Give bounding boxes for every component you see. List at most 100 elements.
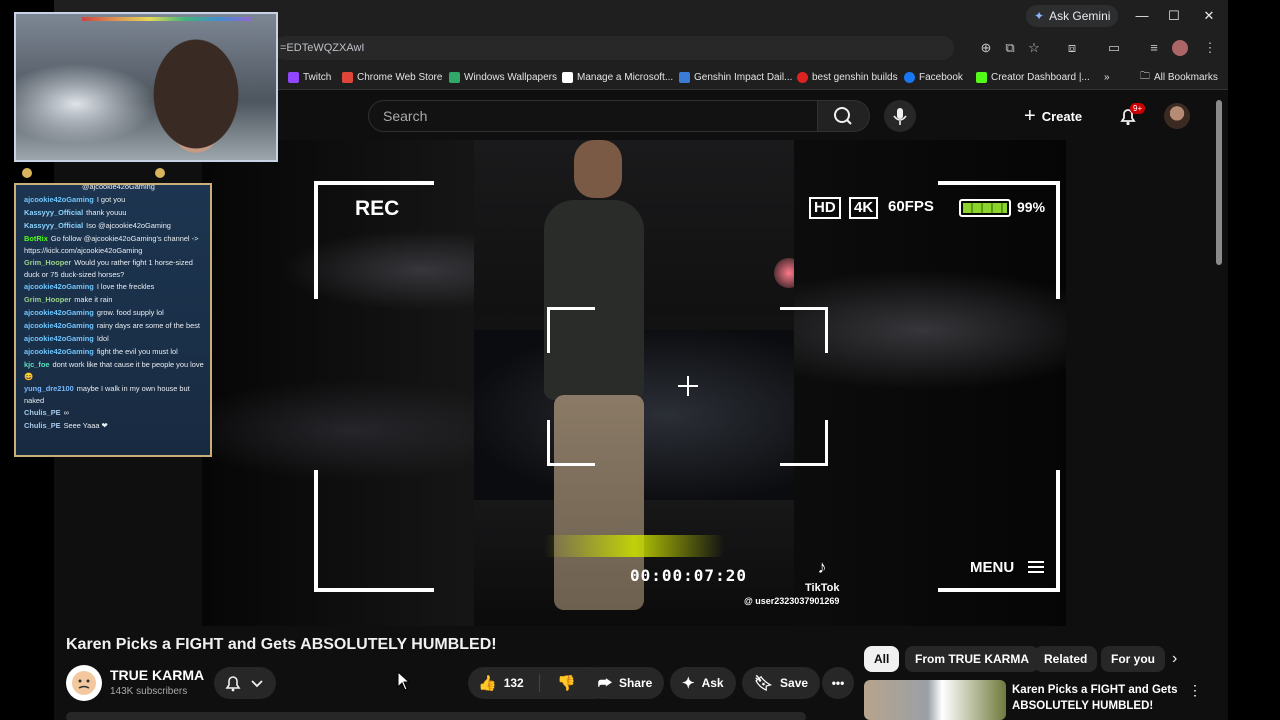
more-actions-button[interactable]: ••• — [822, 667, 854, 699]
split-view-icon[interactable]: ▭ — [1106, 40, 1122, 56]
facebook-icon — [904, 71, 915, 83]
all-bookmarks[interactable]: 🗀 All Bookmarks — [1140, 69, 1218, 85]
stream-chat-overlay: @ajcookie42oGaming ajcookie42oGaming I got… — [14, 183, 212, 457]
video-player[interactable]: REC HD 4K 60FPS 99% 00:00:07:20 ♪ TikTok… — [202, 140, 1066, 626]
sparkle-icon: ✦ — [682, 675, 695, 692]
cast-icon[interactable]: ⧉ — [1002, 40, 1018, 56]
chat-text: Go follow @ajcookie42oGaming's channel -… — [24, 234, 199, 255]
chat-message: Kassyyy_Official Iso @ajcookie42oGaming — [24, 220, 206, 232]
page-scrollbar[interactable] — [1216, 100, 1222, 265]
chat-text: I love the freckles — [96, 282, 155, 291]
share-arrow-icon: ⮫ — [598, 674, 612, 692]
search-icon — [834, 107, 852, 125]
chat-text: make it rain — [74, 295, 113, 304]
bookmark-twitch[interactable]: Twitch — [288, 69, 331, 85]
chat-username: Grim_Hooper — [24, 258, 72, 267]
chat-username: Chulis_PE — [24, 408, 61, 417]
chat-message: kjc_foe dont work like that cause it be p… — [24, 359, 206, 382]
chips-next-chevron-icon[interactable]: › — [1172, 650, 1177, 668]
chip-from-channel[interactable]: From TRUE KARMA — [905, 646, 1039, 672]
minimize-icon[interactable]: — — [1132, 6, 1152, 26]
dislike-button[interactable]: 👎 — [547, 674, 576, 692]
chat-username: ajcookie42oGaming — [24, 347, 94, 356]
subscribed-button[interactable] — [214, 667, 276, 699]
address-bar[interactable]: =EDTeWQZXAwI — [274, 36, 954, 60]
chat-message: @ajcookie42oGaming — [24, 185, 206, 193]
bookmark-windows-wallpapers[interactable]: Windows Wallpapers — [449, 69, 557, 85]
bookmark-creator-dashboard[interactable]: Creator Dashboard |... — [976, 69, 1090, 85]
bookmark-genshin-builds[interactable]: best genshin builds — [797, 69, 898, 85]
notification-badge: 9+ — [1130, 103, 1146, 114]
bookmark-chrome-web-store[interactable]: Chrome Web Store — [342, 69, 442, 85]
create-button[interactable]: + Create — [1024, 104, 1082, 128]
battery-percent: 99% — [1017, 199, 1046, 215]
chat-username: yung_dre2100 — [24, 384, 74, 393]
chat-username: Grim_Hooper — [24, 295, 72, 304]
battery-fill — [963, 203, 1007, 213]
description-box[interactable] — [66, 712, 806, 720]
bookmark-microsoft[interactable]: Manage a Microsoft... — [562, 69, 673, 85]
chat-text: Iso @ajcookie42oGaming — [86, 221, 171, 230]
tiktok-icon: ♪ — [817, 557, 827, 577]
bookmarks-overflow[interactable]: » — [1104, 69, 1110, 85]
karma-logo-icon — [72, 671, 96, 695]
zoom-icon[interactable]: ⊕ — [978, 40, 994, 56]
chat-text: dont work like that cause it be people y… — [24, 360, 204, 381]
bell-dropdown-icon — [225, 676, 263, 692]
share-button[interactable]: ⮫ Share — [586, 667, 665, 699]
chat-message: ajcookie42oGaming I got you — [24, 194, 206, 206]
tiktok-username: @ user2323037901269 — [744, 596, 840, 606]
menu-label: MENU — [970, 559, 1015, 576]
tail-light — [774, 258, 794, 288]
ask-button[interactable]: ✦ Ask — [670, 667, 736, 699]
ask-gemini-button[interactable]: ✦ Ask Gemini — [1026, 5, 1119, 27]
recommended-more-icon[interactable]: ⋮ — [1188, 682, 1202, 699]
frame-corner-bottom-left — [314, 470, 434, 592]
microsoft-icon — [562, 71, 573, 83]
chip-related[interactable]: Related — [1034, 646, 1098, 672]
like-button[interactable]: 👍 132 — [468, 674, 540, 692]
channel-avatar[interactable] — [66, 665, 102, 701]
chip-for-you[interactable]: For you — [1101, 646, 1165, 672]
chat-username: kjc_foe — [24, 360, 50, 369]
chat-text: I got you — [96, 195, 126, 204]
chat-text: fight the evil you must lol — [96, 347, 178, 356]
profile-avatar-icon[interactable] — [1172, 40, 1188, 56]
tiktok-video-frame — [474, 140, 794, 626]
folder-icon: 🗀 — [1140, 70, 1150, 82]
voice-search-button[interactable] — [884, 100, 916, 132]
chat-text: rainy days are some of the best — [96, 321, 200, 330]
webcam-overlay — [14, 12, 278, 162]
bookmark-facebook[interactable]: Facebook — [904, 69, 963, 85]
subscriber-count: 143K subscribers — [110, 686, 188, 697]
ask-gemini-label: Ask Gemini — [1049, 9, 1111, 23]
bookmark-star-icon[interactable]: ☆ — [1026, 40, 1042, 56]
4k-badge: 4K — [849, 197, 879, 219]
account-avatar[interactable] — [1164, 103, 1190, 129]
chat-username: ajcookie42oGaming — [24, 195, 94, 204]
maximize-icon[interactable]: ☐ — [1164, 6, 1184, 26]
close-icon[interactable]: ✕ — [1199, 6, 1219, 26]
extensions-icon[interactable]: ⧈ — [1064, 40, 1080, 56]
screen: ✦ Ask Gemini — ☐ ✕ =EDTeWQZXAwI ⊕ ⧉ ☆ ⧈ … — [0, 0, 1280, 720]
chat-username: ajcookie42oGaming — [24, 321, 94, 330]
chat-message: ajcookie42oGaming grow. food supply lol — [24, 307, 206, 319]
recommended-thumbnail[interactable] — [864, 680, 1006, 720]
search-button[interactable] — [818, 100, 870, 132]
recommended-title[interactable]: Karen Picks a FIGHT and Gets ABSOLUTELY … — [1012, 682, 1182, 714]
twitch-icon — [288, 71, 299, 83]
chat-text: Seee Yaaa ❤ — [63, 421, 108, 430]
channel-name[interactable]: TRUE KARMA — [110, 667, 204, 683]
media-controls-icon[interactable]: ≡ — [1146, 40, 1162, 56]
chat-text: grow. food supply lol — [96, 308, 164, 317]
more-menu-icon[interactable]: ⋮ — [1202, 40, 1218, 56]
microphone-icon — [893, 108, 907, 125]
chip-all[interactable]: All — [864, 646, 900, 672]
bookmark-icon: 🔖︎ — [754, 675, 774, 692]
save-button[interactable]: 🔖︎ Save — [742, 667, 821, 699]
search-input[interactable]: Search — [368, 100, 818, 132]
battery-icon — [959, 199, 1011, 217]
chat-message: BotRix Go follow @ajcookie42oGaming's cha… — [24, 233, 206, 256]
person-head — [574, 140, 622, 198]
bookmark-genshin-daily[interactable]: Genshin Impact Dail... — [679, 69, 792, 85]
